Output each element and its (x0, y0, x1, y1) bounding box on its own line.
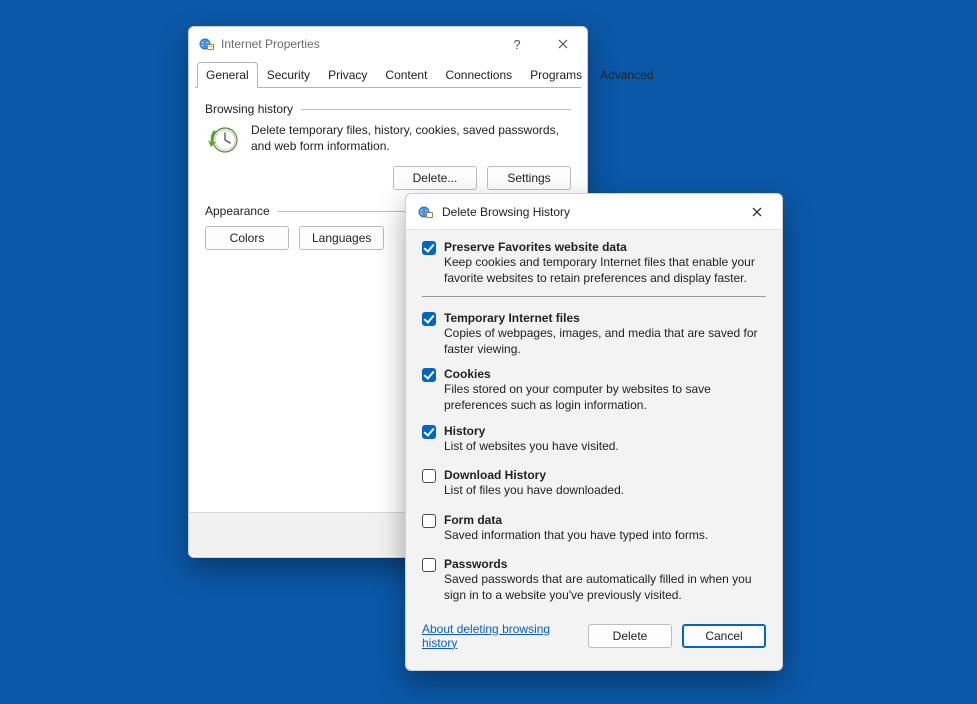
checkbox[interactable] (422, 558, 436, 572)
delete-browsing-history-dialog: Delete Browsing History Preserve Favorit… (405, 193, 783, 671)
close-icon (558, 39, 568, 49)
close-button[interactable] (543, 30, 583, 58)
option-cookies[interactable]: Cookies Files stored on your computer by… (422, 367, 766, 413)
internet-options-icon (418, 204, 434, 220)
group-browsing-history: Browsing history (205, 102, 571, 116)
option-desc: Files stored on your computer by website… (444, 381, 766, 413)
internet-options-icon (199, 36, 215, 52)
history-clock-icon (205, 122, 241, 158)
option-title: History (444, 424, 619, 438)
checkbox[interactable] (422, 425, 436, 439)
tab-privacy[interactable]: Privacy (319, 62, 376, 87)
option-desc: Copies of webpages, images, and media th… (444, 325, 766, 357)
titlebar[interactable]: Internet Properties ? (189, 27, 587, 61)
option-desc: Keep cookies and temporary Internet file… (444, 254, 766, 286)
delete-button[interactable]: Delete (588, 624, 672, 648)
checkbox[interactable] (422, 312, 436, 326)
option-title: Preserve Favorites website data (444, 240, 766, 254)
window-title: Internet Properties (221, 37, 491, 51)
option-history[interactable]: History List of websites you have visite… (422, 424, 766, 455)
about-deleting-history-link[interactable]: About deleting browsing history (422, 622, 578, 650)
option-download-history[interactable]: Download History List of files you have … (422, 468, 766, 499)
checkbox[interactable] (422, 241, 436, 255)
option-desc: List of files you have downloaded. (444, 482, 624, 499)
option-form-data[interactable]: Form data Saved information that you hav… (422, 513, 766, 544)
tab-programs[interactable]: Programs (521, 62, 591, 87)
close-icon (752, 207, 762, 217)
option-title: Download History (444, 468, 624, 482)
browsing-history-description: Delete temporary files, history, cookies… (251, 122, 571, 154)
tab-content[interactable]: Content (376, 62, 436, 87)
history-settings-button[interactable]: Settings (487, 166, 571, 190)
option-temporary-internet-files[interactable]: Temporary Internet files Copies of webpa… (422, 311, 766, 357)
option-desc: Saved passwords that are automatically f… (444, 571, 766, 603)
checkbox[interactable] (422, 469, 436, 483)
option-preserve-favorites[interactable]: Preserve Favorites website data Keep coo… (422, 240, 766, 286)
group-label: Appearance (205, 204, 270, 218)
checkbox[interactable] (422, 514, 436, 528)
dialog-close-button[interactable] (738, 198, 776, 226)
option-title: Form data (444, 513, 708, 527)
option-title: Passwords (444, 557, 766, 571)
option-desc: List of websites you have visited. (444, 438, 619, 455)
dialog-body: Preserve Favorites website data Keep coo… (406, 230, 782, 604)
dialog-button-row: About deleting browsing history Delete C… (406, 614, 782, 664)
colors-button[interactable]: Colors (205, 226, 289, 250)
option-desc: Saved information that you have typed in… (444, 527, 708, 544)
languages-button[interactable]: Languages (299, 226, 384, 250)
tab-security[interactable]: Security (258, 62, 319, 87)
tab-strip: General Security Privacy Content Connect… (195, 61, 581, 87)
delete-history-button[interactable]: Delete... (393, 166, 477, 190)
option-title: Cookies (444, 367, 766, 381)
tab-general[interactable]: General (197, 62, 258, 88)
tab-connections[interactable]: Connections (436, 62, 521, 87)
option-title: Temporary Internet files (444, 311, 766, 325)
separator (422, 296, 766, 297)
dialog-title: Delete Browsing History (442, 205, 730, 219)
dialog-titlebar[interactable]: Delete Browsing History (406, 194, 782, 230)
group-label: Browsing history (205, 102, 293, 116)
help-button[interactable]: ? (497, 30, 537, 58)
cancel-button[interactable]: Cancel (682, 624, 766, 648)
tab-advanced[interactable]: Advanced (591, 62, 662, 87)
option-passwords[interactable]: Passwords Saved passwords that are autom… (422, 557, 766, 603)
checkbox[interactable] (422, 368, 436, 382)
